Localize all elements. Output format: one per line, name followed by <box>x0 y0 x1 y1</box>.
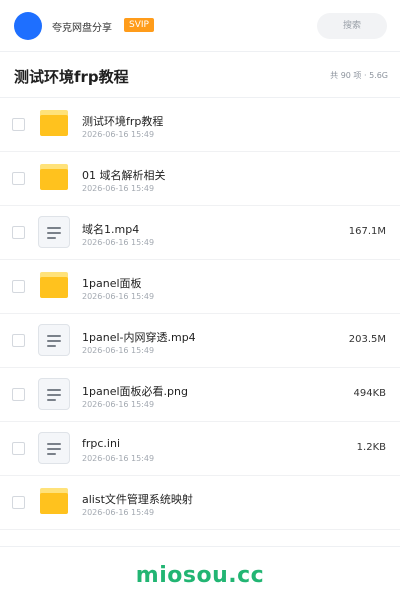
file-name: alist文件管理系统映射 <box>82 493 193 506</box>
list-item[interactable]: 域名1.mp4 2026-06-16 15:49 167.1M <box>0 206 400 260</box>
file-size: 203.5M <box>348 334 386 345</box>
document-icon <box>38 216 70 248</box>
row-checkbox[interactable] <box>12 118 25 131</box>
row-checkbox[interactable] <box>12 280 25 293</box>
file-name: 1panel-内网穿透.mp4 <box>82 331 196 344</box>
document-icon <box>38 378 70 410</box>
file-size: 167.1M <box>348 226 386 237</box>
folder-icon <box>38 162 70 194</box>
file-name: 1panel面板 <box>82 277 142 290</box>
file-date: 2026-06-16 15:49 <box>82 400 155 409</box>
file-date: 2026-06-16 15:49 <box>82 508 155 517</box>
page-title: 测试环境frp教程 <box>14 68 129 86</box>
list-item[interactable]: 1panel面板必看.png 2026-06-16 15:49 494KB <box>0 368 400 422</box>
file-date: 2026-06-16 15:49 <box>82 130 155 139</box>
file-date: 2026-06-16 15:49 <box>82 238 155 247</box>
file-name: 1panel面板必看.png <box>82 385 188 398</box>
list-item[interactable]: alist文件管理系统映射 2026-06-16 15:49 <box>0 476 400 530</box>
row-checkbox[interactable] <box>12 334 25 347</box>
top-header: 夸克网盘分享 SVIP 搜索 <box>0 0 400 52</box>
search-input[interactable]: 搜索 <box>317 13 387 39</box>
file-date: 2026-06-16 15:49 <box>82 184 155 193</box>
file-name: 01 域名解析相关 <box>82 169 166 182</box>
row-checkbox[interactable] <box>12 172 25 185</box>
list-item[interactable]: 1panel面板 2026-06-16 15:49 <box>0 260 400 314</box>
file-name: frpc.ini <box>82 437 121 450</box>
svip-badge: SVIP <box>124 18 154 32</box>
file-date: 2026-06-16 15:49 <box>82 454 155 463</box>
folder-icon <box>38 270 70 302</box>
row-checkbox[interactable] <box>12 388 25 401</box>
file-list: 测试环境frp教程 2026-06-16 15:49 01 域名解析相关 202… <box>0 98 400 530</box>
folder-icon <box>38 108 70 140</box>
document-icon <box>38 324 70 356</box>
document-icon <box>38 432 70 464</box>
avatar[interactable] <box>14 12 42 40</box>
file-name: 域名1.mp4 <box>82 223 140 236</box>
file-date: 2026-06-16 15:49 <box>82 292 155 301</box>
list-item[interactable]: 01 域名解析相关 2026-06-16 15:49 <box>0 152 400 206</box>
file-size: 1.2KB <box>356 442 386 453</box>
list-item[interactable]: frpc.ini 2026-06-16 15:49 1.2KB <box>0 422 400 476</box>
list-item[interactable]: 测试环境frp教程 2026-06-16 15:49 <box>0 98 400 152</box>
list-item[interactable]: 1panel-内网穿透.mp4 2026-06-16 15:49 203.5M <box>0 314 400 368</box>
file-name: 测试环境frp教程 <box>82 115 164 128</box>
folder-title-bar: 测试环境frp教程 共 90 项 · 5.6G <box>0 52 400 98</box>
row-checkbox[interactable] <box>12 226 25 239</box>
folder-icon <box>38 486 70 518</box>
app-name: 夸克网盘分享 <box>52 23 112 34</box>
folder-stats: 共 90 项 · 5.6G <box>330 71 388 80</box>
row-checkbox[interactable] <box>12 442 25 455</box>
row-checkbox[interactable] <box>12 496 25 509</box>
file-date: 2026-06-16 15:49 <box>82 346 155 355</box>
watermark-text: miosou.cc <box>135 563 265 588</box>
file-size: 494KB <box>353 388 386 399</box>
